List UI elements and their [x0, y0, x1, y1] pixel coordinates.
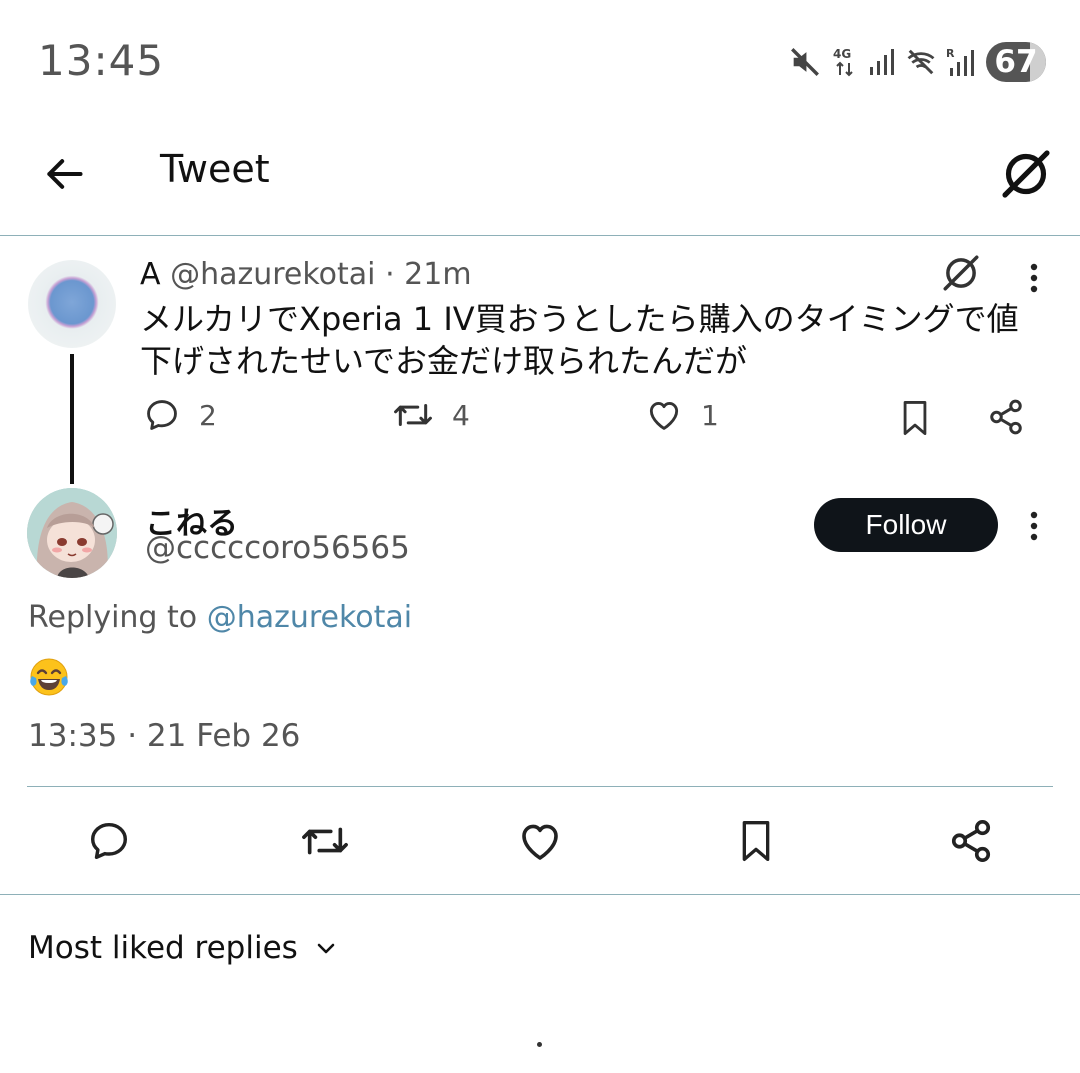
author-name[interactable]: A — [140, 257, 161, 292]
like-action[interactable]: 1 — [645, 396, 719, 434]
chevron-down-icon — [317, 943, 335, 954]
tweet-timestamp: 13:35 · 21 Feb 26 — [28, 718, 301, 754]
bookmark-button[interactable] — [733, 813, 779, 869]
reply-button[interactable] — [84, 815, 134, 867]
like-button[interactable] — [515, 815, 565, 867]
share-icon — [990, 399, 1022, 435]
battery-level: 67 — [994, 44, 1038, 80]
actions-divider — [0, 894, 1080, 895]
header-divider — [0, 235, 1080, 236]
svg-text:R: R — [946, 47, 955, 60]
like-count: 1 — [701, 398, 719, 432]
replies-sort-dropdown[interactable]: Most liked replies — [28, 930, 338, 966]
network-4g-icon: 4G — [833, 47, 853, 77]
retweet-button[interactable] — [298, 815, 352, 867]
no-entry-button[interactable] — [996, 144, 1056, 204]
tears-of-joy-emoji-icon — [30, 658, 68, 696]
roaming-signal-icon: R — [946, 47, 974, 76]
avatar[interactable] — [28, 260, 116, 348]
reply-icon — [147, 400, 177, 430]
timestamp-divider — [27, 786, 1053, 787]
page-title: Tweet — [160, 147, 270, 191]
anime-avatar-image — [27, 488, 117, 578]
signal-icon — [870, 49, 894, 75]
retweet-count: 4 — [452, 398, 470, 432]
replying-to-prefix: Replying to — [28, 600, 198, 635]
replying-to-link[interactable]: @hazurekotai — [207, 600, 412, 635]
loading-indicator — [537, 1042, 542, 1047]
network-label: 4G — [833, 47, 851, 61]
no-entry-icon — [1002, 150, 1050, 198]
heart-icon — [522, 824, 558, 860]
back-arrow-icon — [47, 159, 83, 189]
thread-line — [70, 354, 74, 484]
author-handle[interactable]: @cccccoro56565 — [145, 530, 410, 566]
back-button[interactable] — [38, 148, 90, 200]
bookmark-icon — [742, 821, 770, 861]
tweet-no-entry-button[interactable] — [938, 250, 984, 296]
retweet-icon — [394, 403, 432, 427]
author-handle[interactable]: @hazurekotai — [170, 257, 375, 292]
reply-count: 2 — [199, 398, 217, 432]
status-bar-time: 13:45 — [38, 36, 165, 85]
bookmark-button[interactable] — [895, 396, 935, 440]
follow-button[interactable]: Follow — [814, 498, 998, 552]
reply-icon — [90, 822, 128, 860]
separator-dot: · — [385, 257, 395, 292]
tweet-age: 21m — [404, 257, 472, 292]
bookmark-icon — [903, 401, 927, 436]
status-bar-icons: 4G R 67 — [788, 40, 1046, 84]
share-button[interactable] — [946, 815, 996, 867]
more-options-button[interactable] — [1016, 258, 1052, 298]
heart-icon — [649, 402, 679, 430]
avatar[interactable] — [27, 488, 117, 578]
tweet-content: 😂 — [28, 656, 70, 698]
more-vertical-icon — [1030, 511, 1038, 541]
retweet-icon — [302, 827, 348, 855]
no-entry-icon — [943, 255, 979, 291]
more-vertical-icon — [1030, 263, 1038, 293]
share-button[interactable] — [985, 396, 1027, 438]
share-icon — [951, 820, 991, 862]
reply-action[interactable]: 2 — [143, 396, 217, 434]
mute-icon — [791, 48, 819, 76]
replying-to: Replying to @hazurekotai — [28, 600, 412, 635]
retweet-action[interactable]: 4 — [392, 396, 470, 434]
wifi-off-icon — [907, 49, 935, 75]
replies-sort-label: Most liked replies — [28, 930, 298, 966]
more-options-button[interactable] — [1016, 506, 1052, 546]
tweet-header: A @hazurekotai · 21m — [140, 257, 472, 292]
tweet-text: メルカリでXperia 1 IV買おうとしたら購入のタイミングで値下げされたせい… — [140, 300, 1019, 380]
battery-icon: 67 — [986, 42, 1046, 82]
